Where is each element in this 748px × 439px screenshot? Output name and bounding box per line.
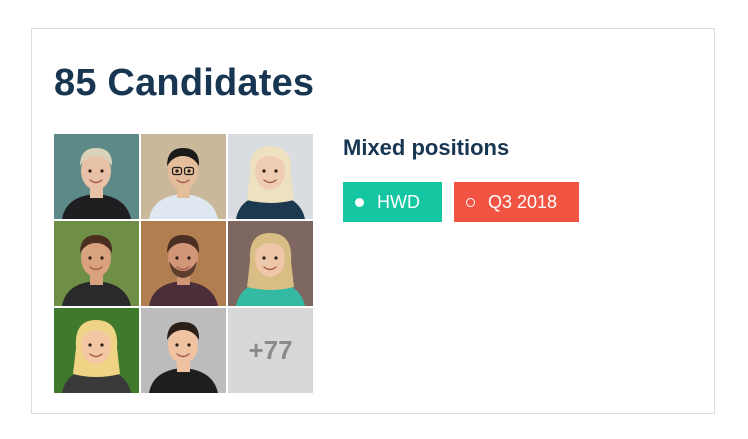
candidate-avatar-3[interactable] [228, 134, 313, 219]
tag-hwd[interactable]: HWD [343, 182, 442, 222]
more-candidates-tile[interactable]: +77 [228, 308, 313, 393]
position-label: Mixed positions [343, 135, 510, 160]
candidate-avatar-8[interactable] [141, 308, 226, 393]
filled-dot-icon [355, 197, 364, 207]
candidates-count-title: 85 Candidates [54, 62, 315, 104]
candidate-avatar-7[interactable] [54, 308, 139, 393]
tag-q3-2018[interactable]: Q3 2018 [454, 182, 580, 222]
avatar-portrait [141, 308, 226, 393]
candidate-avatar-2[interactable] [141, 134, 226, 219]
candidate-avatar-6[interactable] [228, 221, 313, 306]
avatar-portrait [54, 221, 139, 306]
avatar-portrait [228, 134, 313, 219]
group-info: Mixed positions HWD Q3 2018 [343, 133, 580, 222]
tag-label: Q3 2018 [488, 191, 558, 212]
avatar-portrait [54, 134, 139, 219]
tag-list: HWD Q3 2018 [343, 182, 580, 222]
avatar-portrait [141, 221, 226, 306]
tag-label: HWD [377, 191, 420, 212]
candidate-avatar-5[interactable] [141, 221, 226, 306]
avatar-portrait [228, 221, 313, 306]
avatar-portrait [54, 308, 139, 393]
avatar-portrait [141, 134, 226, 219]
candidate-avatar-1[interactable] [54, 134, 139, 219]
candidate-avatar-grid: +77 [54, 134, 314, 394]
candidate-group-card[interactable]: 85 Candidates +77 Mixed positions HWD Q3… [31, 28, 715, 414]
hollow-dot-icon [466, 197, 475, 207]
candidate-avatar-4[interactable] [54, 221, 139, 306]
